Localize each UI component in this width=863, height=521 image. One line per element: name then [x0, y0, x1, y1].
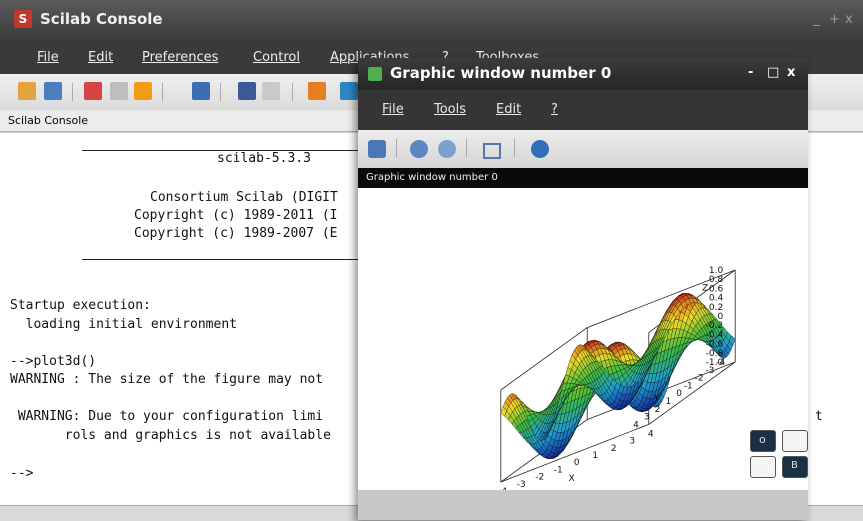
maximize-icon[interactable]: +: [829, 12, 840, 27]
console-line: WARNING: Due to your configuration limi: [10, 409, 323, 424]
plot-canvas[interactable]: 1.00.80.60.40.20-0.2-0.4-0.6-0.8-1.0-4-3…: [358, 188, 808, 490]
minimize-icon[interactable]: -: [748, 65, 753, 80]
x-tick-label: -2: [535, 473, 544, 483]
cut-icon[interactable]: [84, 82, 102, 100]
close-icon[interactable]: x: [787, 65, 795, 80]
x-tick-label: 3: [629, 437, 635, 447]
console-prompt: -->: [10, 466, 33, 481]
toolbar-separator: [396, 139, 397, 157]
y-tick-label: -2: [695, 374, 704, 384]
overlay-button-c[interactable]: [750, 456, 776, 478]
y-tick-label: 0: [676, 389, 682, 399]
x-axis-label: X: [568, 474, 574, 484]
toolbar-separator: [162, 83, 163, 101]
toolbar-separator: [220, 83, 221, 101]
overlay-button-a[interactable]: o: [750, 430, 776, 452]
graphic-window-icon: [368, 67, 382, 81]
y-tick-label: -4: [716, 358, 725, 368]
menu-file[interactable]: File: [37, 50, 59, 65]
help-icon[interactable]: [531, 140, 549, 158]
copy-icon[interactable]: [110, 82, 128, 100]
console-line-overflow: t: [815, 409, 823, 424]
console-line: rols and graphics is not available: [10, 428, 331, 443]
console-line: Copyright (c) 1989-2011 (I: [134, 208, 338, 223]
console-line: Startup execution:: [10, 298, 151, 313]
console-line: Copyright (c) 1989-2007 (E: [134, 226, 338, 241]
graphic-caption: Graphic window number 0: [358, 168, 808, 188]
overlay-button-b[interactable]: [782, 430, 808, 452]
graphic-menu-file[interactable]: File: [382, 102, 404, 117]
y-tick-label: -3: [705, 366, 714, 376]
zoom-in-icon[interactable]: [410, 140, 428, 158]
y-axis-label: Y: [653, 394, 660, 404]
graphic-menubar: File Tools Edit ?: [358, 90, 808, 130]
y-tick-label: -1: [684, 381, 693, 391]
y-tick-label: 4: [633, 420, 639, 430]
graphic-window[interactable]: Graphic window number 0 - □ x File Tools…: [358, 58, 808, 520]
x-tick-label: 2: [611, 444, 617, 454]
x-tick-label: -1: [554, 465, 563, 475]
graphic-window-title: Graphic window number 0: [390, 64, 611, 82]
maximize-icon[interactable]: □: [767, 65, 779, 80]
graphic-menu-tools[interactable]: Tools: [434, 102, 466, 117]
console-line: -->plot3d(): [10, 354, 96, 369]
graphic-menu-edit[interactable]: Edit: [496, 102, 521, 117]
xcos-icon[interactable]: [340, 82, 358, 100]
y-tick-label: 1: [665, 397, 671, 407]
main-titlebar: S Scilab Console _ + x: [0, 0, 863, 40]
zoom-out-icon[interactable]: [438, 140, 456, 158]
change-directory-icon[interactable]: [192, 82, 210, 100]
minimize-icon[interactable]: _: [813, 12, 820, 27]
console-line: Consortium Scilab (DIGIT: [150, 190, 338, 205]
z-axis-label: Z: [702, 284, 708, 294]
divider: [82, 259, 362, 260]
plot3d-surface[interactable]: 1.00.80.60.40.20-0.2-0.4-0.6-0.8-1.0-4-3…: [358, 188, 808, 490]
open-file-icon[interactable]: [44, 82, 62, 100]
original-view-icon[interactable]: [483, 143, 501, 159]
x-tick-label: -3: [517, 480, 526, 490]
font-icon[interactable]: [238, 82, 256, 100]
overlay-button-d[interactable]: B: [782, 456, 808, 478]
graphic-toolbar: [358, 130, 808, 168]
new-script-icon[interactable]: [18, 82, 36, 100]
close-icon[interactable]: x: [845, 12, 853, 27]
console-line: scilab-5.3.3: [217, 151, 311, 166]
toolbar-separator: [466, 139, 467, 157]
graphic-menu-help[interactable]: ?: [551, 102, 558, 117]
paste-icon[interactable]: [134, 82, 152, 100]
console-line: loading initial environment: [10, 317, 237, 332]
y-tick-label: 2: [655, 405, 661, 415]
x-tick-label: 0: [574, 458, 580, 468]
main-window-title: Scilab Console: [40, 10, 163, 28]
y-tick-label: 3: [644, 413, 650, 423]
scilab-logo-icon: S: [14, 10, 32, 28]
toolbar-separator: [292, 83, 293, 101]
scinotes-icon[interactable]: [308, 82, 326, 100]
graphic-titlebar: Graphic window number 0 - □ x: [358, 58, 808, 90]
menu-preferences[interactable]: Preferences: [142, 50, 218, 65]
print-icon[interactable]: [262, 82, 280, 100]
rotate-icon[interactable]: [368, 140, 386, 158]
console-line: WARNING : The size of the figure may not: [10, 372, 323, 387]
toolbar-separator: [514, 139, 515, 157]
graphic-statusbar: [358, 490, 808, 520]
menu-control[interactable]: Control: [253, 50, 300, 65]
menu-edit[interactable]: Edit: [88, 50, 113, 65]
x-tick-label: 1: [592, 451, 598, 461]
x-tick-label: 4: [648, 429, 654, 439]
toolbar-separator: [72, 83, 73, 101]
